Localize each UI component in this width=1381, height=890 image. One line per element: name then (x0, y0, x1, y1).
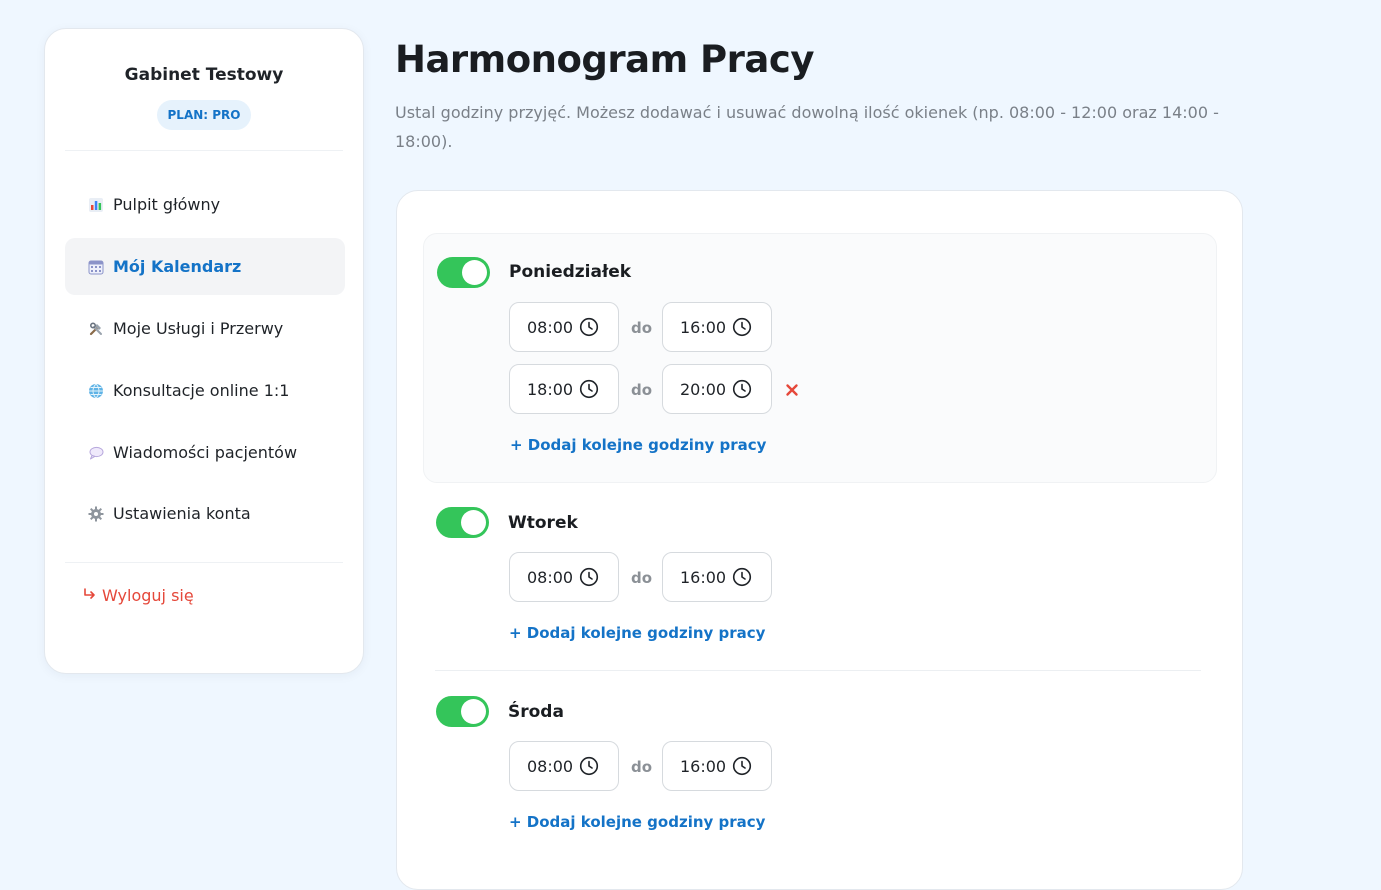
time-from-input[interactable]: 08:00 (509, 552, 619, 602)
speech-bubble-icon (87, 444, 105, 462)
sidebar: Gabinet Testowy PLAN: PRO Pulpit główny … (44, 28, 364, 674)
time-from-input[interactable]: 08:00 (509, 302, 619, 352)
time-separator: do (631, 569, 653, 587)
time-value: 16:00 (680, 317, 727, 337)
remove-slot-button[interactable] (785, 380, 799, 400)
nav-label: Moje Usługi i Przerwy (113, 319, 284, 338)
time-separator: do (631, 758, 653, 776)
toggle-knob (461, 699, 486, 724)
schedule-card: Poniedziałek 08:00 do 16:00 18:00 do 20:… (396, 190, 1243, 890)
day-row-tuesday: Wtorek 08:00 do 16:00 + Dodaj kolejne go… (423, 496, 1217, 666)
logout-arrow-icon (83, 586, 97, 605)
nav-item-calendar[interactable]: Mój Kalendarz (65, 238, 345, 295)
day-divider (435, 670, 1201, 671)
day-name: Wtorek (508, 513, 578, 533)
page-description: Ustal godziny przyjęć. Możesz dodawać i … (395, 103, 1219, 151)
time-from-input[interactable]: 08:00 (509, 741, 619, 791)
nav-item-consultations[interactable]: Konsultacje online 1:1 (65, 362, 345, 419)
clinic-name: Gabinet Testowy (124, 65, 284, 85)
tools-icon (87, 320, 105, 338)
nav-item-services[interactable]: Moje Usługi i Przerwy (65, 300, 345, 357)
sidebar-divider (65, 150, 343, 151)
nav-label: Wiadomości pacjentów (113, 443, 298, 462)
time-to-input[interactable]: 16:00 (662, 552, 772, 602)
time-value: 16:00 (680, 567, 727, 587)
day-toggle[interactable] (436, 507, 489, 538)
day-row-monday: Poniedziałek 08:00 do 16:00 18:00 do 20:… (423, 233, 1217, 483)
add-hours-link[interactable]: + Dodaj kolejne godziny pracy (510, 436, 766, 454)
nav-item-settings[interactable]: Ustawienia konta (65, 485, 345, 542)
time-value: 16:00 (680, 756, 727, 776)
logout-button[interactable]: Wyloguj się (83, 586, 194, 605)
time-to-input[interactable]: 16:00 (662, 741, 772, 791)
page-title: Harmonogram Pracy (395, 38, 814, 81)
toggle-knob (461, 510, 486, 535)
time-value: 08:00 (527, 567, 574, 587)
add-hours-link[interactable]: + Dodaj kolejne godziny pracy (509, 624, 765, 642)
clock-icon (732, 567, 752, 587)
day-name: Poniedziałek (509, 262, 632, 282)
sidebar-divider (65, 562, 343, 563)
time-value: 20:00 (680, 379, 727, 399)
gear-icon (87, 505, 105, 523)
globe-icon (87, 382, 105, 400)
clock-icon (732, 317, 752, 337)
time-value: 08:00 (527, 317, 574, 337)
clock-icon (732, 379, 752, 399)
logout-label: Wyloguj się (102, 586, 194, 605)
nav-item-dashboard[interactable]: Pulpit główny (65, 176, 345, 233)
day-row-wednesday: Środa 08:00 do 16:00 + Dodaj kolejne god… (423, 685, 1217, 855)
time-from-input[interactable]: 18:00 (509, 364, 619, 414)
close-icon (786, 384, 798, 396)
time-to-input[interactable]: 16:00 (662, 302, 772, 352)
calendar-icon (87, 258, 105, 276)
day-toggle[interactable] (436, 696, 489, 727)
toggle-knob (462, 260, 487, 285)
clock-icon (579, 317, 599, 337)
clock-icon (732, 756, 752, 776)
plan-badge: PLAN: PRO (157, 100, 251, 130)
day-name: Środa (508, 702, 564, 722)
add-hours-link[interactable]: + Dodaj kolejne godziny pracy (509, 813, 765, 831)
clock-icon (579, 756, 599, 776)
time-value: 08:00 (527, 756, 574, 776)
time-to-input[interactable]: 20:00 (662, 364, 772, 414)
bar-chart-icon (87, 196, 105, 214)
time-value: 18:00 (527, 379, 574, 399)
nav-label: Pulpit główny (113, 195, 221, 214)
nav-label: Ustawienia konta (113, 504, 251, 523)
nav-label: Konsultacje online 1:1 (113, 381, 290, 400)
day-toggle[interactable] (437, 257, 490, 288)
time-separator: do (631, 381, 653, 399)
nav-label: Mój Kalendarz (113, 257, 242, 276)
nav-item-messages[interactable]: Wiadomości pacjentów (65, 424, 345, 481)
time-separator: do (631, 319, 653, 337)
clock-icon (579, 379, 599, 399)
clock-icon (579, 567, 599, 587)
